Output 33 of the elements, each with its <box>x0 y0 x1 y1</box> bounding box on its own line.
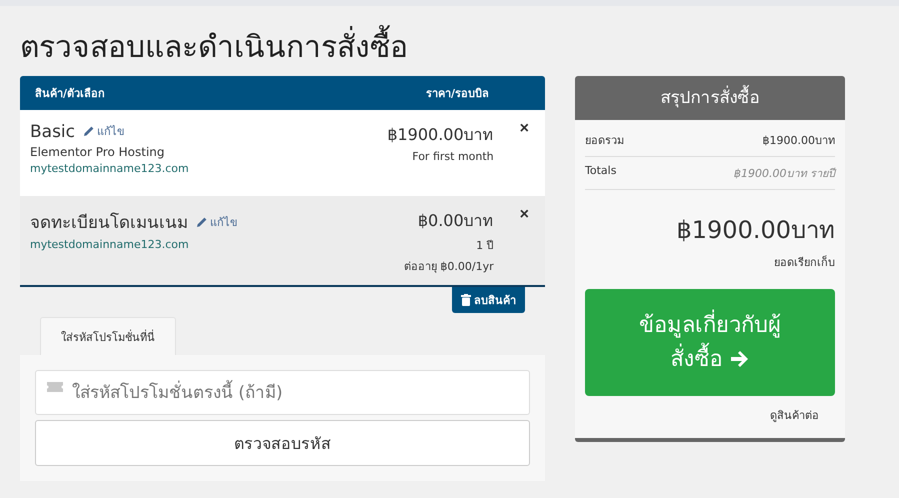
domain-text: mytestdomainname123.com <box>30 162 190 175</box>
edit-link[interactable]: แก้ไข <box>196 213 238 231</box>
continue-shopping-link[interactable]: ดูสินค้าต่อ <box>770 406 819 424</box>
product-name: Basic <box>30 122 76 142</box>
summary-label: Totals <box>585 164 616 179</box>
promo-tab[interactable]: ใส่รหัสโปรโมชั่นที่นี่ <box>40 317 176 355</box>
empty-cart-button[interactable]: ลบสินค้า <box>452 287 525 313</box>
summary-value: ฿1900.00บาท รายปี <box>734 166 835 182</box>
remove-button[interactable]: × <box>520 208 529 222</box>
total-label: ยอดเรียกเก็บ <box>773 254 835 271</box>
promo-code-field[interactable]: ใส่รหัสโปรโมชั่นตรงนี้ (ถ้ามี) <box>35 370 530 415</box>
column-header: ราคา/รอบบิล <box>426 86 489 102</box>
summary-label: ยอดรวม <box>585 133 624 149</box>
domain-text: mytestdomainname123.com <box>30 238 190 251</box>
pencil-icon <box>83 125 96 137</box>
price-note: ต่ออายุ ฿0.00/1yr <box>404 259 494 275</box>
remove-button[interactable]: × <box>520 122 529 136</box>
total-amount: ฿1900.00บาท <box>675 215 835 246</box>
column-header: สินค้า/ตัวเลือก <box>35 86 106 102</box>
product-group: Elementor Pro Hosting <box>30 145 388 159</box>
ticket-icon <box>47 382 63 392</box>
edit-link[interactable]: แก้ไข <box>83 122 126 140</box>
validate-code-button[interactable]: ตรวจสอบรหัส <box>35 420 530 466</box>
pencil-icon <box>196 216 208 228</box>
product-name: จดทะเบียนโดเมนเนม <box>30 212 188 235</box>
price-note: For first month <box>411 150 494 163</box>
arrow-right-icon <box>730 350 750 368</box>
trash-icon <box>461 294 471 306</box>
price-note: 1 ปี <box>475 238 494 254</box>
summary-title: สรุปการสั่งซื้อ <box>575 76 845 120</box>
item-price: ฿0.00บาท <box>416 210 494 232</box>
item-price: ฿1900.00บาท <box>387 124 494 146</box>
summary-value: ฿1900.00บาท <box>762 133 835 149</box>
